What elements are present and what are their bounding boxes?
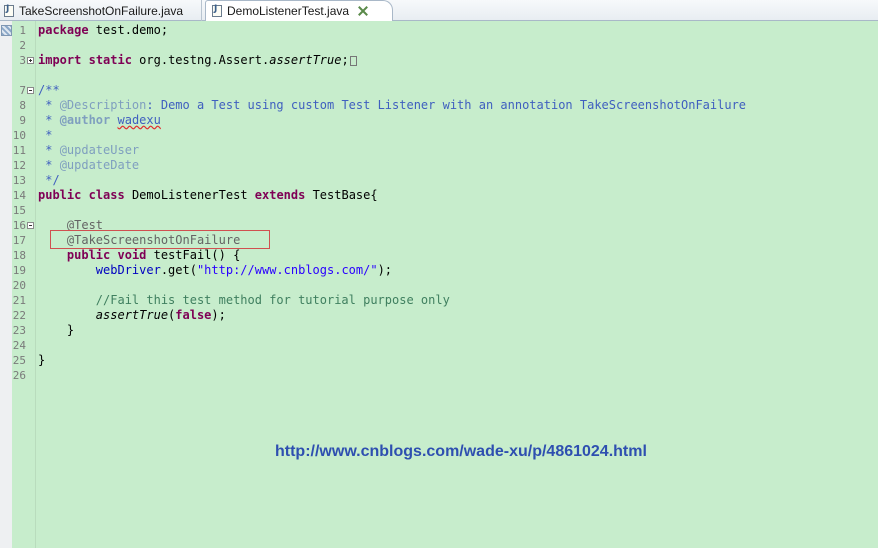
java-file-icon [4, 4, 14, 17]
line-number: 11 [12, 144, 26, 157]
string-literal: "http://www.cnblogs.com/" [196, 263, 378, 277]
line-number: 19 [12, 264, 26, 277]
line-number: 3 [19, 54, 26, 67]
code-text: org.testng.Assert. [131, 53, 270, 67]
keyword: false [175, 308, 212, 322]
code-line[interactable]: webDriver.get("http://www.cnblogs.com/")… [38, 263, 392, 278]
code-line[interactable]: } [38, 323, 74, 338]
javadoc-text: * [38, 158, 60, 172]
tab-label: TakeScreenshotOnFailure.java [19, 3, 184, 18]
line-number: 22 [12, 309, 26, 322]
javadoc-text [110, 113, 117, 127]
static-method: assertTrue [269, 53, 342, 67]
fold-collapse-icon[interactable] [27, 87, 34, 94]
line-number: 16 [12, 219, 26, 232]
class-name: DemoListenerTest [124, 188, 255, 202]
code-text: ); [377, 263, 393, 277]
code-text: testFail() { [146, 248, 241, 262]
code-text: test.demo; [88, 23, 169, 37]
line-number: 20 [12, 279, 26, 292]
code-line[interactable]: import static org.testng.Assert.assertTr… [38, 53, 357, 68]
line-number: 15 [12, 204, 26, 217]
annotation-highlight-box [50, 230, 270, 249]
keyword: static [88, 53, 132, 67]
line-number: 10 [12, 129, 26, 142]
folded-imports-icon[interactable] [349, 55, 357, 66]
line-comment: //Fail this test method for tutorial pur… [95, 293, 450, 307]
javadoc-tag: @Description [59, 98, 147, 112]
close-icon[interactable] [357, 5, 369, 17]
line-number: 8 [19, 99, 26, 112]
javadoc-tag: @updateDate [59, 158, 140, 172]
field-reference: webDriver [95, 263, 161, 277]
javadoc-tag: @author [59, 113, 111, 127]
fold-collapse-icon[interactable] [27, 222, 34, 229]
line-number: 13 [12, 174, 26, 187]
line-number: 9 [19, 114, 26, 127]
watermark-url: http://www.cnblogs.com/wade-xu/p/4861024… [275, 443, 647, 460]
java-file-icon [212, 4, 222, 17]
keyword: void [117, 248, 147, 262]
code-line[interactable]: * @updateUser [38, 143, 139, 158]
code-line[interactable]: assertTrue(false); [38, 308, 226, 323]
javadoc-text: * [38, 143, 60, 157]
code-line[interactable]: * @updateDate [38, 158, 139, 173]
keyword: class [88, 188, 125, 202]
code-text: ; [341, 53, 349, 67]
line-number: 7 [19, 84, 26, 97]
code-line[interactable]: public class DemoListenerTest extends Te… [38, 188, 378, 203]
code-line[interactable]: * @Description: Demo a Test using custom… [38, 98, 746, 113]
javadoc-text: * [38, 98, 60, 112]
line-number: 24 [12, 339, 26, 352]
code-line[interactable]: package test.demo; [38, 23, 168, 38]
line-number: 18 [12, 249, 26, 262]
line-number: 14 [12, 189, 26, 202]
tab-demo-listener-test[interactable]: DemoListenerTest.java [205, 0, 393, 21]
code-line[interactable]: * [38, 128, 52, 143]
static-method: assertTrue [95, 308, 169, 322]
javadoc-author-value: wadexu [117, 113, 161, 127]
editor-tab-bar: TakeScreenshotOnFailure.java DemoListene… [0, 0, 878, 21]
tab-take-screenshot-on-failure[interactable]: TakeScreenshotOnFailure.java [0, 0, 202, 21]
keyword: extends [254, 188, 306, 202]
code-line[interactable]: //Fail this test method for tutorial pur… [38, 293, 450, 308]
keyword: public [38, 188, 82, 202]
code-line[interactable]: /** [38, 83, 60, 98]
code-line[interactable]: * @author wadexu [38, 113, 161, 128]
code-text: TestBase{ [305, 188, 378, 202]
line-number: 25 [12, 354, 26, 367]
code-text: .get( [160, 263, 197, 277]
code-line[interactable]: } [38, 353, 45, 368]
javadoc-text: * [38, 113, 60, 127]
bookmark-marker-icon[interactable] [1, 25, 12, 36]
keyword: package [38, 23, 89, 37]
line-number-gutter: 1 2 3 7 8 9 10 11 12 13 14 15 16 17 18 1… [12, 21, 36, 548]
keyword: import [38, 53, 82, 67]
tab-label: DemoListenerTest.java [227, 4, 350, 18]
line-number: 2 [19, 39, 26, 52]
line-number: 23 [12, 324, 26, 337]
line-number: 21 [12, 294, 26, 307]
line-number: 17 [12, 234, 26, 247]
javadoc-tag: @updateUser [59, 143, 140, 157]
overview-ruler[interactable] [0, 21, 12, 548]
code-line[interactable]: */ [38, 173, 59, 188]
keyword: public [66, 248, 111, 262]
code-text: ); [211, 308, 226, 322]
javadoc-text: : Demo a Test using custom Test Listener… [146, 98, 747, 112]
line-number: 26 [12, 369, 26, 382]
fold-expand-icon[interactable] [27, 57, 34, 64]
line-number: 12 [12, 159, 26, 172]
line-number: 1 [19, 24, 26, 37]
code-line[interactable]: public void testFail() { [38, 248, 240, 263]
